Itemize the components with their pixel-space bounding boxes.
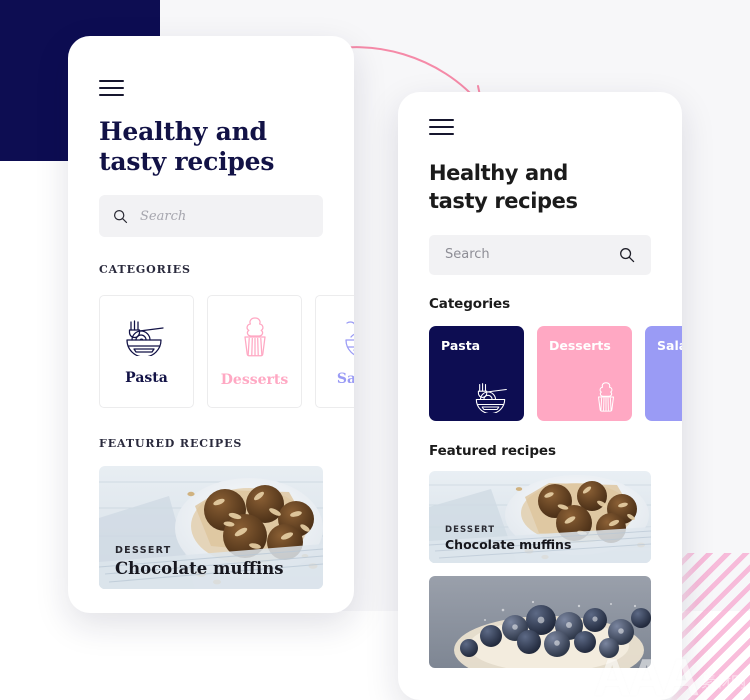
featured-recipe-title: Chocolate muffins bbox=[115, 559, 284, 578]
featured-recipe-text: DESSERT Chocolate muffins bbox=[115, 545, 284, 578]
featured-heading: FEATURED RECIPES bbox=[99, 437, 243, 450]
search-field[interactable]: Search bbox=[429, 234, 651, 275]
category-card-pasta[interactable]: Pasta bbox=[429, 325, 524, 421]
search-icon bbox=[113, 209, 128, 223]
categories-list[interactable]: Pasta Desserts Sal bbox=[429, 325, 682, 421]
featured-heading: Featured recipes bbox=[429, 442, 556, 459]
category-card-desserts[interactable]: Desserts bbox=[537, 325, 632, 421]
search-placeholder: Search bbox=[445, 247, 490, 263]
hamburger-icon[interactable] bbox=[429, 119, 454, 135]
canvas: Healthy and tasty recipes Search CATEGOR… bbox=[0, 0, 750, 700]
category-card-desserts[interactable]: Desserts bbox=[207, 295, 302, 408]
category-label: Desserts bbox=[549, 337, 611, 353]
featured-recipe-text: DESSERT Chocolate muffins bbox=[445, 525, 571, 552]
category-label: Pasta bbox=[441, 337, 481, 353]
search-placeholder: Search bbox=[140, 208, 187, 224]
hamburger-icon[interactable] bbox=[99, 80, 124, 96]
featured-recipe-card[interactable]: DESSERT Chocolate muffins bbox=[99, 466, 323, 589]
category-card-pasta[interactable]: Pasta bbox=[99, 295, 194, 408]
featured-recipe-card[interactable]: DESSERT Chocolate muffins bbox=[429, 470, 651, 563]
category-label: Salads bbox=[657, 337, 682, 353]
featured-recipe-title: Chocolate muffins bbox=[445, 536, 572, 552]
category-label: Salads bbox=[336, 370, 354, 387]
phone-mockup-left: Healthy and tasty recipes Search CATEGOR… bbox=[68, 36, 354, 613]
featured-recipe-category: DESSERT bbox=[115, 545, 172, 556]
page-title: Healthy and tasty recipes bbox=[99, 117, 323, 176]
page-title-line2: tasty recipes bbox=[99, 146, 275, 176]
page-title: Healthy and tasty recipes bbox=[429, 160, 651, 216]
page-title-line1: Healthy and bbox=[429, 161, 568, 185]
pasta-icon bbox=[125, 319, 164, 356]
page-title-line1: Healthy and bbox=[99, 117, 267, 146]
featured-recipe-card[interactable] bbox=[429, 575, 651, 668]
search-field[interactable]: Search bbox=[99, 195, 323, 237]
categories-list[interactable]: Pasta Desserts Sa bbox=[99, 295, 354, 408]
category-card-salads[interactable]: Salads bbox=[645, 325, 682, 421]
featured-recipe-category: DESSERT bbox=[445, 524, 496, 535]
cupcake-icon bbox=[598, 382, 614, 412]
categories-heading: CATEGORIES bbox=[99, 263, 191, 276]
search-icon[interactable] bbox=[619, 247, 635, 263]
category-card-salads[interactable]: Salads bbox=[315, 295, 354, 408]
cupcake-icon bbox=[243, 316, 266, 356]
categories-heading: Categories bbox=[429, 295, 511, 312]
phone-mockup-right: Healthy and tasty recipes Search Categor… bbox=[398, 92, 682, 700]
category-label: Pasta bbox=[125, 369, 168, 386]
salad-icon bbox=[344, 320, 354, 355]
page-title-line2: tasty recipes bbox=[429, 188, 578, 213]
pasta-icon bbox=[475, 382, 507, 413]
category-label: Desserts bbox=[220, 371, 289, 388]
blueberries-photo bbox=[429, 575, 651, 668]
